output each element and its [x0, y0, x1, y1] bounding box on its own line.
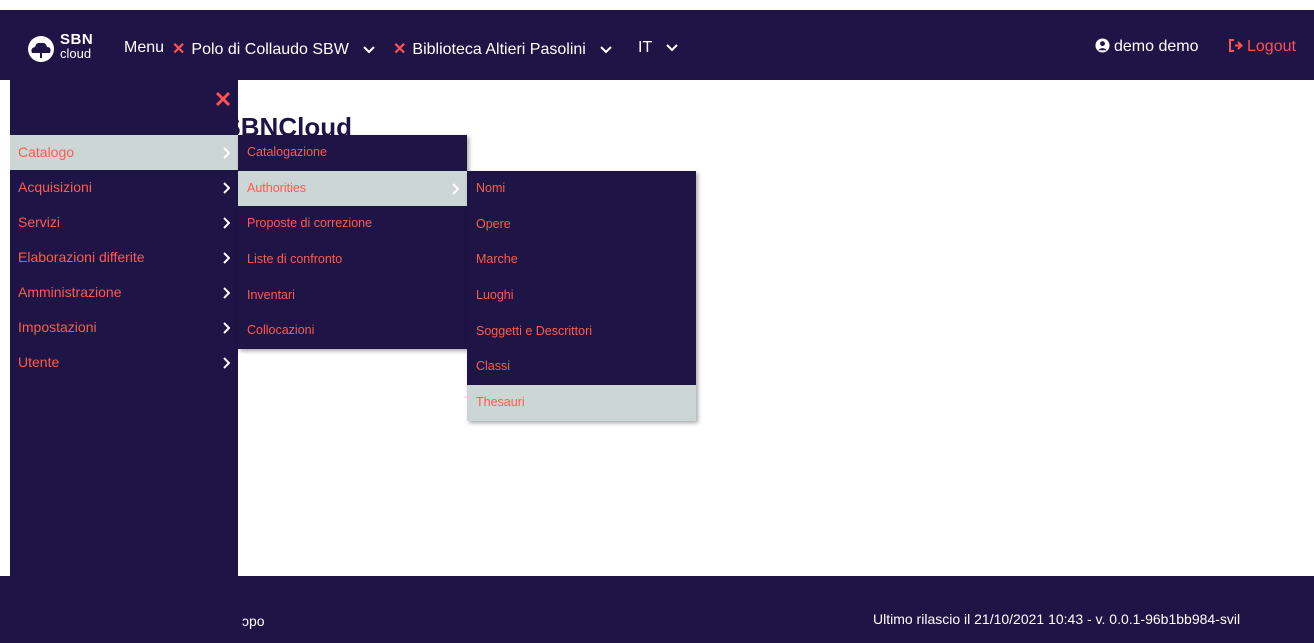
biblioteca-selector[interactable]: ✕ Biblioteca Altieri Pasolini	[393, 39, 612, 59]
submenu-item-label: Nomi	[476, 181, 506, 195]
sidebar-item-label: Acquisizioni	[18, 179, 92, 195]
side-menu: Catalogo Acquisizioni Servizi Elaborazio…	[10, 80, 238, 643]
sidebar-item-amministrazione[interactable]: Amministrazione	[10, 275, 238, 310]
chevron-down-icon	[363, 46, 375, 54]
submenu-item-label: Liste di confronto	[247, 252, 343, 267]
clear-biblioteca-icon[interactable]: ✕	[393, 41, 406, 58]
submenu-item-label: Soggetti e Descrittori	[476, 323, 593, 338]
submenu-item-catalogazione[interactable]: Catalogazione	[238, 135, 467, 171]
submenu-item-label: Thesauri	[476, 395, 525, 410]
submenu-item-authorities[interactable]: Authorities	[238, 170, 467, 207]
chevron-right-icon	[452, 182, 459, 195]
chevron-right-icon	[223, 357, 230, 369]
submenu-item-classi[interactable]: Classi	[467, 349, 696, 385]
chevron-right-icon	[223, 217, 230, 229]
polo-label: Polo di Collaudo SBW	[191, 41, 349, 58]
user-name: demo demo	[1114, 38, 1199, 55]
submenu-item-collocazioni[interactable]: Collocazioni	[238, 313, 467, 349]
submenu-item-label: Classi	[476, 359, 511, 374]
chevron-right-icon	[223, 322, 230, 334]
sign-out-icon	[1229, 39, 1243, 52]
sidebar-item-catalogo[interactable]: Catalogo	[10, 135, 238, 170]
clear-polo-icon[interactable]: ✕	[172, 41, 185, 58]
logout-label: Logout	[1247, 38, 1296, 55]
biblioteca-label: Biblioteca Altieri Pasolini	[412, 41, 586, 58]
catalogo-submenu: Catalogazione Authorities Proposte di co…	[238, 135, 467, 350]
side-menu-list: Catalogo Acquisizioni Servizi Elaborazio…	[10, 135, 238, 380]
submenu-item-inventari[interactable]: Inventari	[238, 278, 467, 314]
submenu-item-soggetti-e-descrittori[interactable]: Soggetti e Descrittori	[467, 314, 696, 350]
language-label: IT	[638, 39, 652, 56]
language-selector[interactable]: IT	[638, 39, 679, 57]
submenu-item-nomi[interactable]: Nomi	[467, 171, 696, 207]
sidebar-item-label: Utente	[18, 354, 60, 370]
submenu-item-label: Marche	[476, 252, 518, 267]
user-circle-icon	[1095, 38, 1110, 53]
polo-selector[interactable]: ✕ Polo di Collaudo SBW	[172, 39, 375, 59]
authorities-submenu: Nomi Opere Marche Luoghi Soggetti e Desc…	[467, 171, 696, 421]
sidebar-item-elaborazioni-differite[interactable]: Elaborazioni differite	[10, 240, 238, 275]
sidebar-item-servizi[interactable]: Servizi	[10, 205, 238, 240]
user-menu[interactable]: demo demo	[1095, 38, 1199, 56]
chevron-down-icon	[666, 44, 679, 52]
sidebar-item-label: Impostazioni	[18, 319, 97, 335]
sidebar-item-label: Servizi	[18, 214, 61, 230]
chevron-right-icon	[223, 182, 230, 194]
submenu-item-liste-di-confronto[interactable]: Liste di confronto	[238, 242, 467, 278]
logout-button[interactable]: Logout	[1229, 38, 1296, 56]
submenu-item-label: Opere	[476, 216, 511, 231]
logo-text-cloud: cloud	[60, 46, 92, 61]
top-navbar: SBN cloud Menu ✕ Polo di Collaudo SBW ✕ Bi…	[0, 10, 1314, 80]
submenu-item-label: Authorities	[247, 180, 307, 195]
submenu-item-luoghi[interactable]: Luoghi	[467, 278, 696, 314]
chevron-right-icon	[223, 287, 230, 299]
sidebar-item-label: Catalogo	[18, 144, 75, 160]
sidebar-item-label: Elaborazioni differite	[18, 249, 145, 265]
submenu-item-label: Luoghi	[476, 288, 514, 303]
chevron-right-icon	[223, 252, 230, 264]
footer-left-text: ɔpo	[242, 613, 265, 629]
cloud-logo-icon	[28, 36, 54, 62]
sidebar-item-label: Amministrazione	[18, 284, 122, 300]
chevron-down-icon	[600, 46, 612, 54]
submenu-item-thesauri[interactable]: Thesauri	[467, 385, 696, 421]
submenu-item-label: Catalogazione	[247, 145, 327, 159]
close-icon[interactable]	[214, 90, 232, 108]
chevron-right-icon	[223, 147, 230, 159]
submenu-item-marche[interactable]: Marche	[467, 242, 696, 278]
release-info: Ultimo rilascio il 21/10/2021 10:43 - v.…	[873, 611, 1241, 627]
submenu-item-label: Collocazioni	[247, 323, 315, 338]
sbn-cloud-logo[interactable]: SBN cloud	[24, 31, 114, 66]
sidebar-item-utente[interactable]: Utente	[10, 345, 238, 380]
submenu-item-opere[interactable]: Opere	[467, 207, 696, 243]
submenu-item-label: Inventari	[247, 287, 295, 302]
menu-toggle[interactable]: Menu	[124, 39, 164, 57]
submenu-item-proposte-di-correzione[interactable]: Proposte di correzione	[238, 206, 467, 242]
sidebar-item-acquisizioni[interactable]: Acquisizioni	[10, 170, 238, 205]
sidebar-item-impostazioni[interactable]: Impostazioni	[10, 310, 238, 345]
submenu-item-label: Proposte di correzione	[247, 216, 373, 231]
